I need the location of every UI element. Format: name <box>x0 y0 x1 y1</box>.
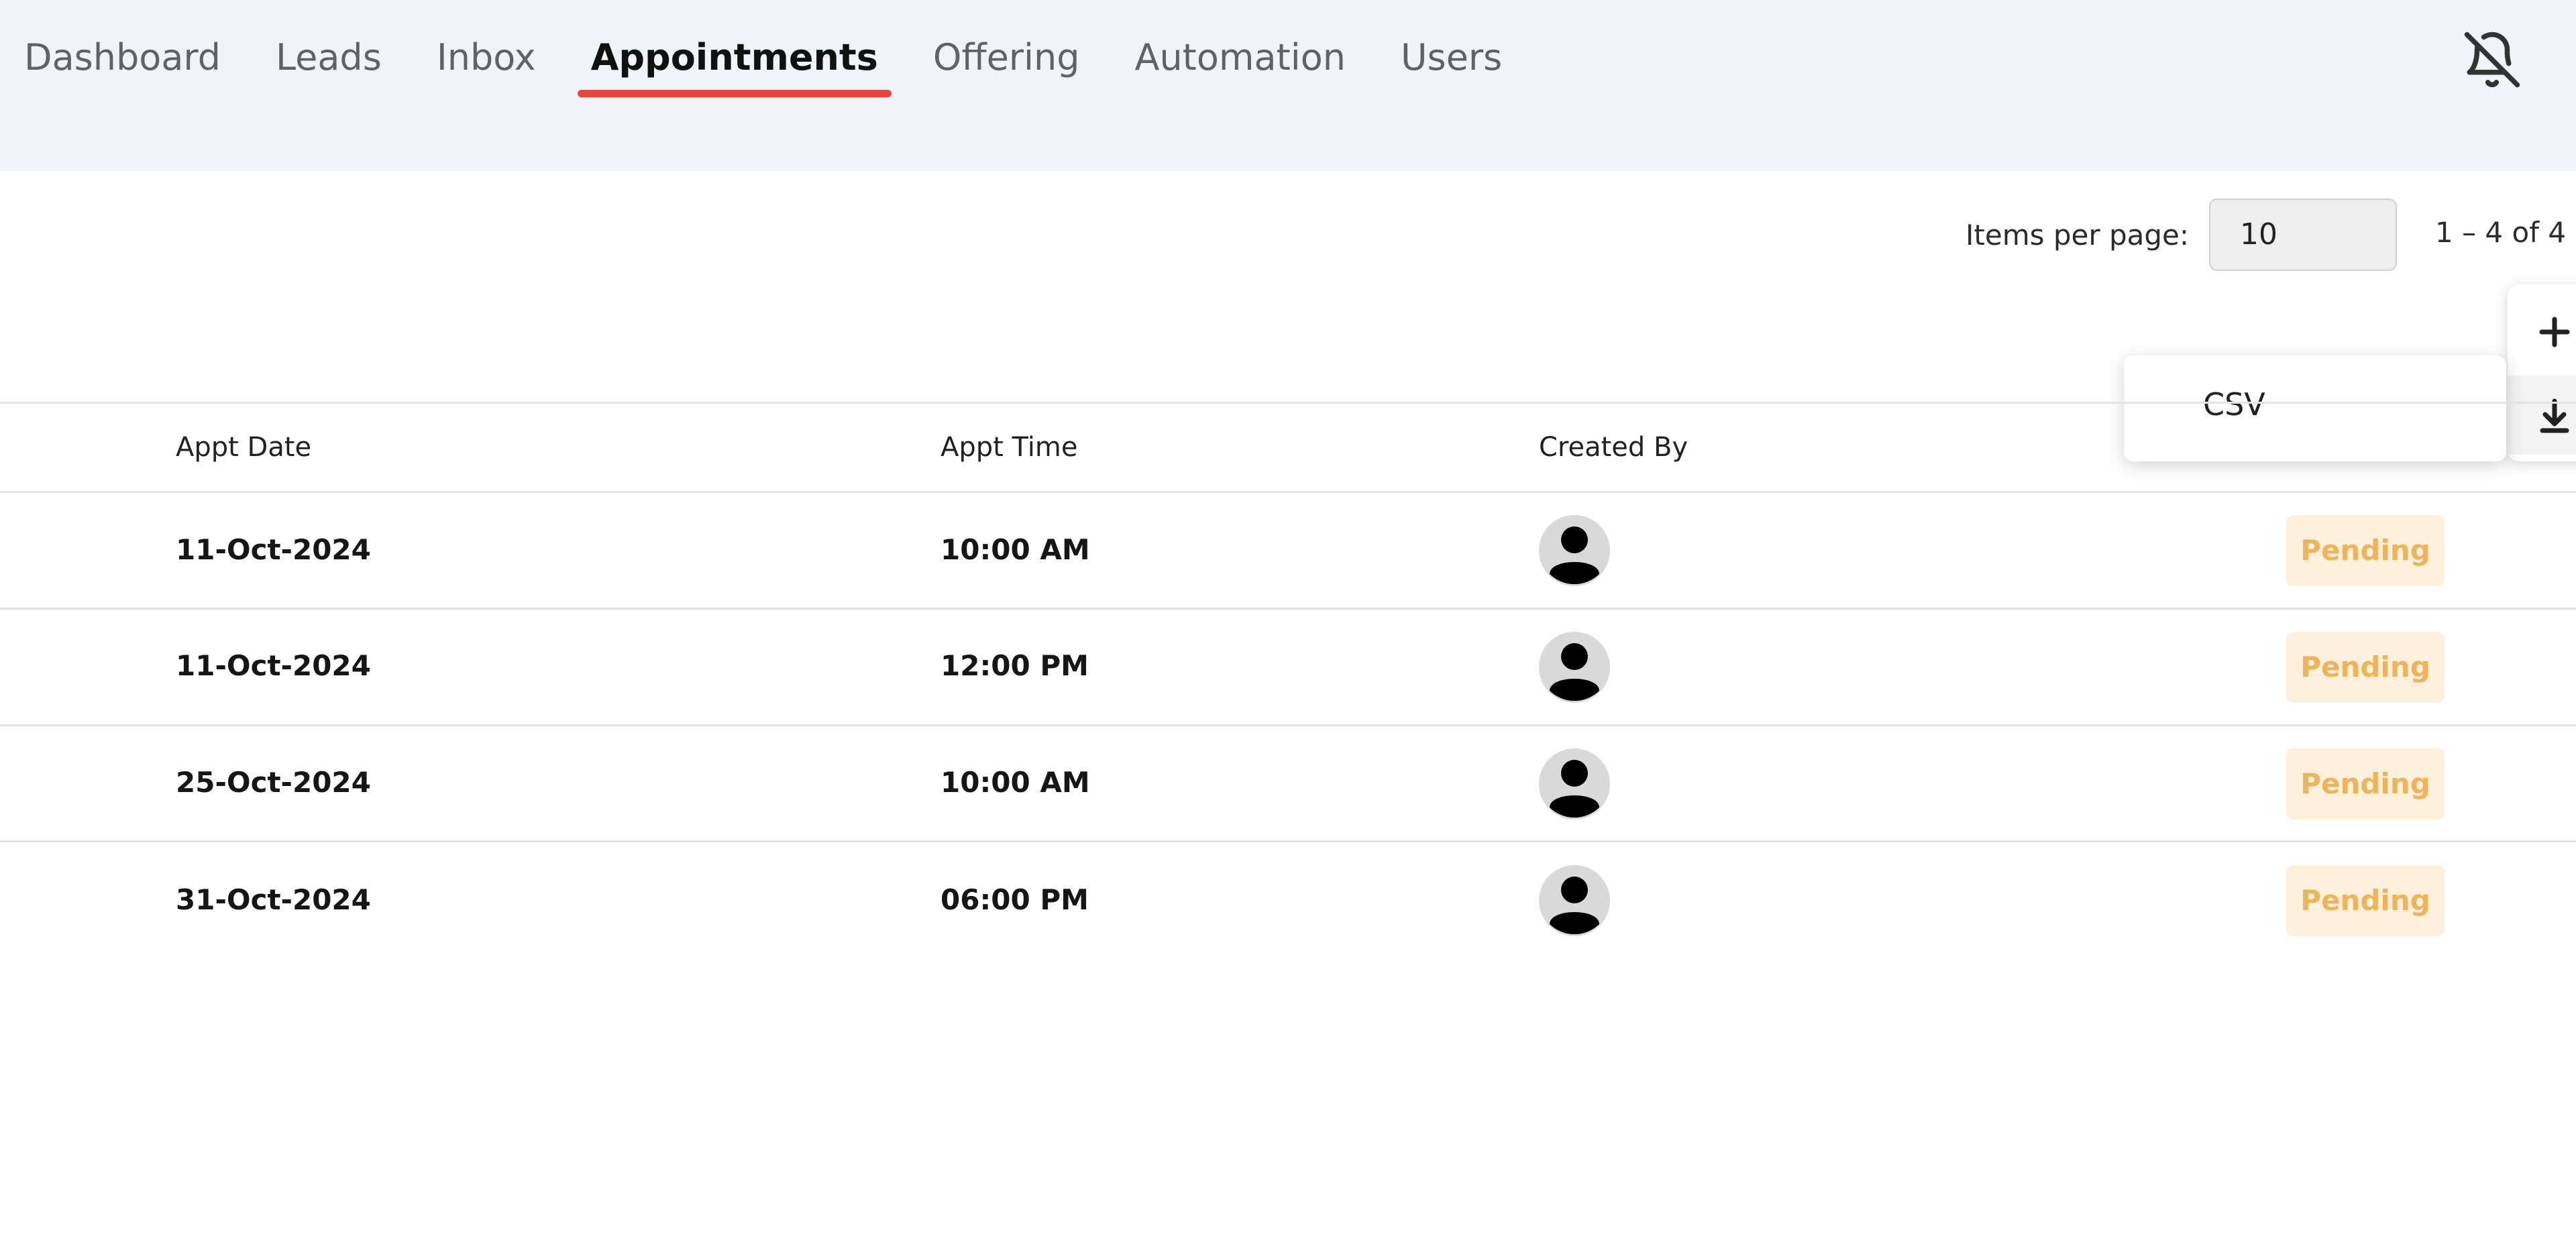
column-header-appt-time[interactable]: Appt Time <box>941 432 1077 463</box>
status-badge: Pending <box>2286 632 2445 703</box>
items-per-page-label: Items per page: <box>1966 218 2190 251</box>
table-header-divider <box>0 491 2576 493</box>
nav-item-inbox[interactable]: Inbox <box>437 31 536 105</box>
row-divider <box>0 724 2576 726</box>
download-icon <box>2540 398 2569 433</box>
items-per-page-select[interactable]: 10 <box>2209 199 2398 271</box>
user-avatar-icon <box>1539 515 1610 586</box>
user-avatar-icon <box>1539 748 1610 820</box>
appt-time-cell: 06:00 PM <box>941 883 1089 916</box>
main-nav: Dashboard Leads Inbox Appointments Offer… <box>24 31 1502 105</box>
top-navigation-bar: Dashboard Leads Inbox Appointments Offer… <box>0 0 2576 171</box>
row-divider <box>0 608 2576 610</box>
appt-date-cell: 11-Oct-2024 <box>176 533 371 566</box>
column-header-created-by[interactable]: Created By <box>1539 432 1688 463</box>
pagination-range-text: 1 – 4 of 4 <box>2435 216 2567 249</box>
notifications-off-button[interactable] <box>2462 30 2522 90</box>
action-panel <box>2508 284 2576 461</box>
row-divider <box>0 840 2576 842</box>
appt-time-cell: 12:00 PM <box>941 649 1089 682</box>
nav-item-leads[interactable]: Leads <box>276 31 382 105</box>
pagination-controls: Items per page: 10 <box>1966 199 2398 271</box>
table-top-divider <box>0 402 2576 404</box>
appt-date-cell: 25-Oct-2024 <box>176 766 371 799</box>
add-appointment-button[interactable] <box>2508 292 2576 372</box>
plus-icon <box>2539 317 2570 347</box>
nav-item-dashboard[interactable]: Dashboard <box>24 31 221 105</box>
export-csv-option[interactable]: CSV <box>2203 386 2265 423</box>
appt-date-cell: 31-Oct-2024 <box>176 883 371 916</box>
appt-time-cell: 10:00 AM <box>941 533 1090 566</box>
nav-item-users[interactable]: Users <box>1401 31 1502 105</box>
nav-item-offering[interactable]: Offering <box>933 31 1080 105</box>
appt-date-cell: 11-Oct-2024 <box>176 649 371 682</box>
status-badge: Pending <box>2286 515 2445 586</box>
column-header-appt-date[interactable]: Appt Date <box>176 432 311 463</box>
appt-time-cell: 10:00 AM <box>941 766 1090 799</box>
status-badge: Pending <box>2286 865 2445 936</box>
nav-item-appointments[interactable]: Appointments <box>577 31 892 105</box>
bell-off-icon <box>2464 32 2520 88</box>
nav-item-automation[interactable]: Automation <box>1135 31 1346 105</box>
user-avatar-icon <box>1539 865 1610 936</box>
export-format-menu: CSV <box>2124 355 2506 461</box>
export-button[interactable] <box>2508 376 2576 455</box>
status-badge: Pending <box>2286 748 2445 820</box>
user-avatar-icon <box>1539 632 1610 703</box>
